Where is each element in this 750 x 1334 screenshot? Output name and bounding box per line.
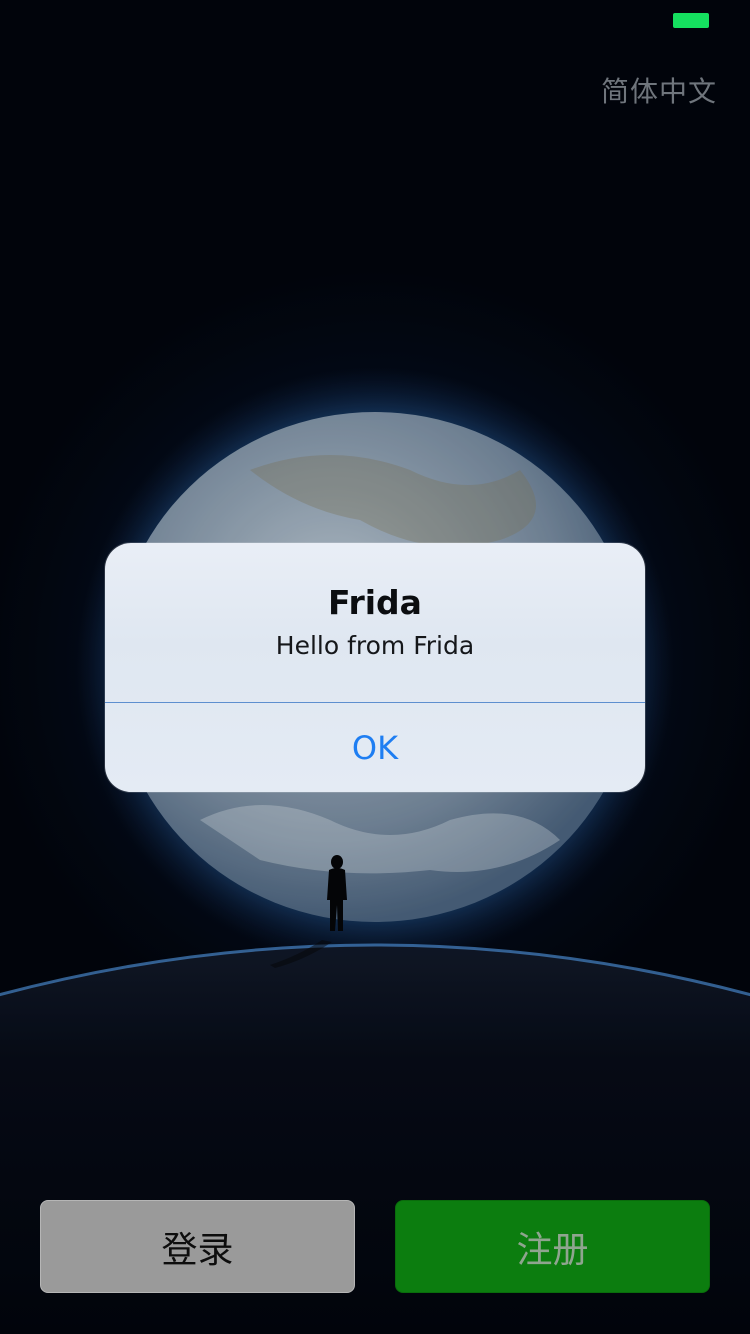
alert-title: Frida	[328, 583, 422, 622]
alert-ok-button[interactable]: OK	[105, 703, 645, 792]
battery-icon	[673, 13, 709, 28]
language-switch-link[interactable]: 简体中文	[601, 70, 717, 110]
register-button[interactable]: 注册	[395, 1200, 710, 1293]
app-screen: 简体中文 Frida Hello from Frida OK 登录 注册	[0, 0, 750, 1334]
alert-dialog: Frida Hello from Frida OK	[105, 543, 645, 792]
alert-message: Hello from Frida	[275, 631, 475, 660]
login-button[interactable]: 登录	[40, 1200, 355, 1293]
